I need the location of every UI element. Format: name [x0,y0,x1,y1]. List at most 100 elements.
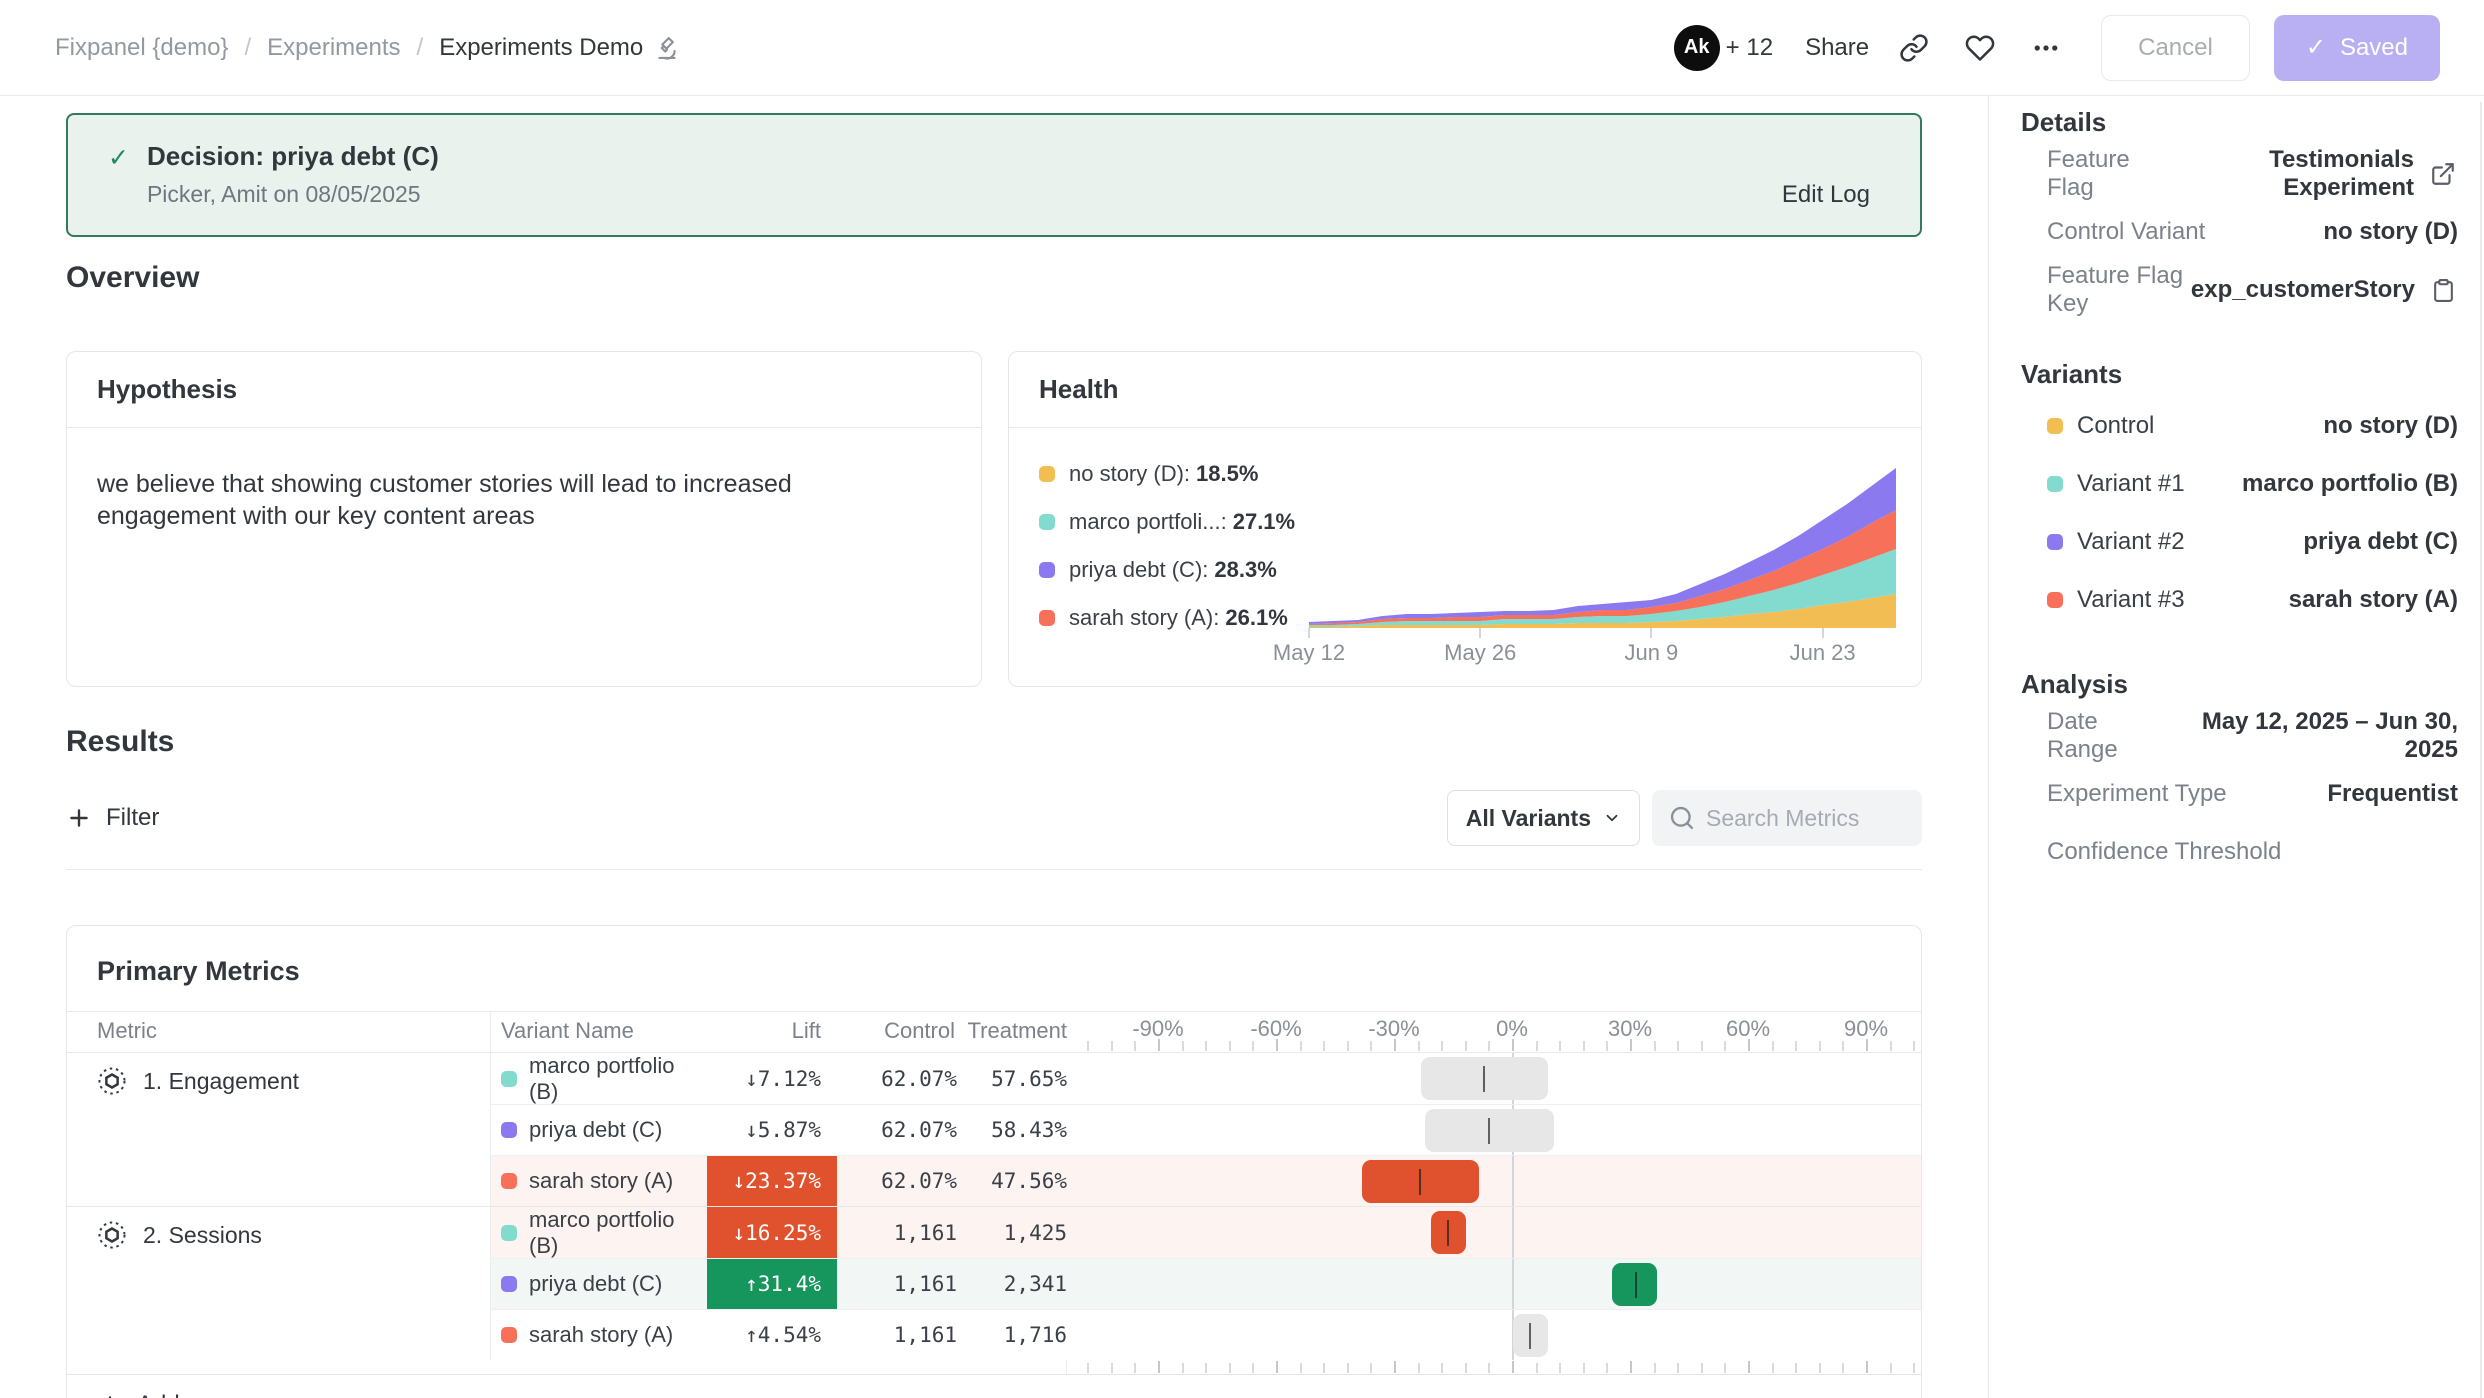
page-title-text: Experiments Demo [439,34,643,62]
copy-link-button[interactable] [1893,27,1935,69]
scrollbar[interactable] [2480,102,2482,1398]
filter-button-label: Filter [106,804,159,832]
treatment-value: 1,716 [957,1310,1067,1360]
overview-heading: Overview [66,261,1922,295]
analysis-row-confidence-threshold: Confidence Threshold [2021,823,2458,881]
lift-marker [1529,1323,1531,1349]
treatment-value: 58.43% [957,1105,1067,1155]
chart-x-tick [1479,628,1481,638]
breadcrumb: Fixpanel {demo} / Experiments / Experime… [55,34,681,62]
legend-swatch [1039,610,1055,626]
hypothesis-body[interactable]: we believe that showing customer stories… [67,428,947,532]
metric-target-icon [97,1220,127,1250]
treatment-value: 1,425 [957,1207,1067,1258]
axis-tick-label: -30% [1368,1016,1419,1042]
avatar-stack: Ak + 12 [1674,25,1773,71]
detail-value: no story (D) [2323,218,2458,246]
table-row[interactable]: marco portfolio (B) ↓16.25% 1,161 1,425 [491,1207,1921,1258]
avatar-overflow-count[interactable]: + 12 [1726,34,1773,62]
topbar-actions: Ak + 12 Share [1674,15,2440,81]
treatment-value: 47.56% [957,1156,1067,1206]
legend-label: sarah story (A): [1069,605,1219,631]
confidence-interval-bar [1513,1314,1548,1357]
metric-group-engagement: 1. Engagement marco portfolio (B) ↓7.12%… [67,1053,1921,1206]
legend-swatch [1039,466,1055,482]
analysis-value: Frequentist [2327,780,2458,808]
legend-value: 26.1% [1225,605,1287,631]
more-menu-button[interactable] [2025,27,2067,69]
table-row[interactable]: priya debt (C) ↓5.87% 62.07% 58.43% [491,1104,1921,1155]
breadcrumb-experiments[interactable]: Experiments [267,34,400,62]
external-link-icon[interactable] [2428,159,2458,189]
topbar: Fixpanel {demo} / Experiments / Experime… [0,0,2484,96]
cancel-button[interactable]: Cancel [2101,15,2250,81]
detail-label: Feature Flag [2047,146,2168,202]
primary-metrics-card: Primary Metrics Metric Variant Name Lift… [66,925,1922,1398]
share-button[interactable]: Share [1805,34,1869,62]
favorite-button[interactable] [1959,27,2001,69]
table-row[interactable]: priya debt (C) ↑31.4% 1,161 2,341 [491,1258,1921,1309]
variant-value: priya debt (C) [2303,528,2458,556]
lift-ci-cell [1067,1310,1921,1360]
confidence-interval-bar [1612,1263,1657,1306]
filter-button[interactable]: Filter [66,804,159,832]
edit-log-button[interactable]: Edit Log [1782,181,1870,209]
legend-label: priya debt (C): [1069,557,1208,583]
avatar[interactable]: Ak [1674,25,1720,71]
variant-row-2: Variant #2 priya debt (C) [2021,513,2458,571]
lift-ci-cell [1067,1156,1921,1206]
microscope-icon [653,34,681,62]
axis-tick-label: -90% [1132,1016,1183,1042]
page-title: Experiments Demo [439,34,681,62]
variant-name: marco portfolio (B) [529,1053,707,1105]
variants-dropdown-label: All Variants [1466,805,1591,832]
details-section: Details Feature Flag Testimonials Experi… [2021,105,2458,319]
table-header: Metric Variant Name Lift Control Treatme… [67,1012,1921,1052]
legend-value: 27.1% [1233,509,1295,535]
detail-value: exp_customerStory [2191,276,2415,304]
chart-x-label: Jun 23 [1790,640,1856,666]
variant-value: sarah story (A) [2289,586,2458,614]
legend-label: marco portfoli...: [1069,509,1227,535]
variant-label: Variant #1 [2077,470,2185,498]
detail-label: Feature Flag Key [2047,262,2191,318]
add-metric-button[interactable]: Add [97,1391,180,1398]
table-row[interactable]: marco portfolio (B) ↓7.12% 62.07% 57.65% [491,1053,1921,1104]
treatment-value: 57.65% [957,1053,1067,1104]
clipboard-icon[interactable] [2429,276,2458,305]
lift-marker [1488,1118,1490,1144]
control-value: 62.07% [837,1156,957,1206]
legend-swatch [1039,562,1055,578]
health-legend: no story (D): 18.5% marco portfoli...: 2… [1009,428,1309,642]
metric-cell: 2. Sessions [67,1207,491,1360]
analysis-label: Confidence Threshold [2047,838,2281,866]
table-row[interactable]: sarah story (A) ↓23.37% 62.07% 47.56% [491,1155,1921,1206]
detail-label: Control Variant [2047,218,2205,246]
treatment-value: 2,341 [957,1259,1067,1309]
variants-dropdown[interactable]: All Variants [1447,790,1640,846]
legend-value: 28.3% [1214,557,1276,583]
link-icon [1899,33,1929,63]
breadcrumb-project[interactable]: Fixpanel {demo} [55,34,228,62]
variant-swatch [501,1173,517,1189]
analysis-value: May 12, 2025 – Jun 30, 2025 [2165,708,2458,764]
confidence-interval-bar [1362,1160,1479,1203]
legend-item: priya debt (C): 28.3% [1039,546,1309,594]
variant-swatch [501,1225,517,1241]
lift-value: ↓7.12% [707,1053,837,1104]
variant-name: sarah story (A) [529,1322,673,1348]
chart-x-tick [1650,628,1652,638]
details-heading: Details [2021,105,2458,139]
results-divider [66,869,1922,870]
zero-gridline [1512,1207,1514,1258]
details-sidebar: Details Feature Flag Testimonials Experi… [1988,96,2484,1398]
lift-marker [1419,1169,1421,1195]
results-heading: Results [66,725,1922,759]
variant-row-3: Variant #3 sarah story (A) [2021,571,2458,629]
saved-button[interactable]: ✓ Saved [2274,15,2440,81]
metric-group-sessions: 2. Sessions marco portfolio (B) ↓16.25% … [67,1206,1921,1360]
breadcrumb-separator: / [244,34,251,62]
main-content: ✓ Decision: priya debt (C) Picker, Amit … [0,96,1988,1398]
metric-cell: 1. Engagement [67,1053,491,1206]
table-row[interactable]: sarah story (A) ↑4.54% 1,161 1,716 [491,1309,1921,1360]
